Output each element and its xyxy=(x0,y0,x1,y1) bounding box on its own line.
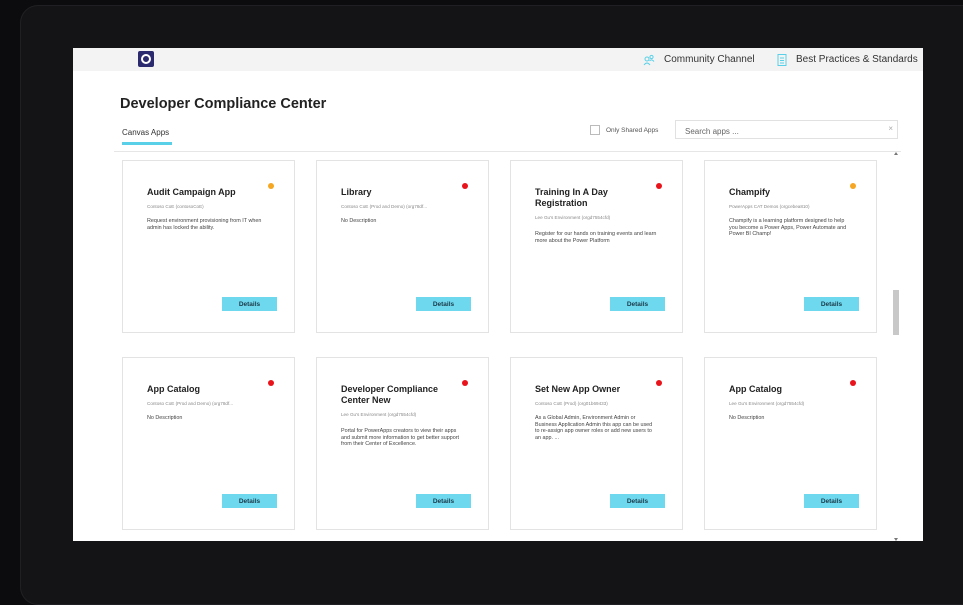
only-shared-filter[interactable]: Only Shared Apps xyxy=(590,125,658,135)
app-screen: Community Channel Best Practices & Stand… xyxy=(73,48,923,541)
app-card[interactable]: Library Contoso CoE (Prod and Demo) (org… xyxy=(316,160,489,333)
app-card[interactable]: Developer Compliance Center New Lee Gu's… xyxy=(316,357,489,530)
details-button[interactable]: Details xyxy=(416,297,471,311)
app-card[interactable]: Audit Campaign App Contoso CoE (contosoC… xyxy=(122,160,295,333)
top-bar: Community Channel Best Practices & Stand… xyxy=(73,48,923,71)
vertical-scrollbar[interactable] xyxy=(893,152,899,541)
app-card[interactable]: Set New App Owner Contoso CoE (Prod) (or… xyxy=(510,357,683,530)
app-description: As a Global Admin, Environment Admin or … xyxy=(535,415,653,441)
details-button[interactable]: Details xyxy=(804,494,859,508)
community-channel-link[interactable]: Community Channel xyxy=(643,48,755,71)
app-logo-icon xyxy=(138,51,154,67)
scroll-up-arrow-icon[interactable] xyxy=(894,152,898,155)
tablet-frame: Community Channel Best Practices & Stand… xyxy=(20,5,963,605)
clear-search-icon[interactable]: × xyxy=(888,124,893,133)
scroll-down-arrow-icon[interactable] xyxy=(894,538,898,541)
details-button[interactable]: Details xyxy=(610,494,665,508)
app-card[interactable]: Champify PowerApps CAT Demos (orgcebea81… xyxy=(704,160,877,333)
details-button[interactable]: Details xyxy=(222,494,277,508)
app-card[interactable]: Training In A Day Registration Lee Gu's … xyxy=(510,160,683,333)
app-card[interactable]: App Catalog Contoso CoE (Prod and Demo) … xyxy=(122,357,295,530)
details-button[interactable]: Details xyxy=(610,297,665,311)
page-title: Developer Compliance Center xyxy=(120,96,327,112)
best-practices-label: Best Practices & Standards xyxy=(796,54,918,65)
app-environment: Contoso CoE (Prod and Demo) (org78df... xyxy=(147,401,234,406)
only-shared-checkbox[interactable] xyxy=(590,125,600,135)
status-dot xyxy=(462,183,468,189)
app-name: Library xyxy=(341,187,372,197)
document-icon xyxy=(777,53,787,66)
app-description: No Description xyxy=(729,415,765,421)
app-name: Developer Compliance Center New xyxy=(341,384,439,405)
app-card[interactable]: App Catalog Lee Gu's Environment (orgd75… xyxy=(704,357,877,530)
app-environment: Lee Gu's Environment (orgd7554cfd) xyxy=(729,401,805,406)
app-environment: PowerApps CAT Demos (orgcebea810) xyxy=(729,204,810,209)
app-name: App Catalog xyxy=(147,384,200,394)
details-button[interactable]: Details xyxy=(416,494,471,508)
app-description: Register for our hands on training event… xyxy=(535,231,657,244)
search-box: × xyxy=(675,120,898,140)
best-practices-link[interactable]: Best Practices & Standards xyxy=(777,48,918,71)
app-environment: Contoso CoE (Prod) (org01b69433) xyxy=(535,401,608,406)
status-dot xyxy=(656,183,662,189)
search-input[interactable] xyxy=(676,123,875,140)
status-dot xyxy=(850,380,856,386)
app-name: Training In A Day Registration xyxy=(535,187,608,208)
app-environment: Lee Gu's Environment (orgd7554cfd) xyxy=(341,412,417,417)
app-description: Champify is a learning platform designed… xyxy=(729,218,847,237)
app-description: Portal for PowerApps creators to view th… xyxy=(341,428,460,447)
app-name: Set New App Owner xyxy=(535,384,621,394)
app-card-grid: Audit Campaign App Contoso CoE (contosoC… xyxy=(114,151,901,541)
details-button[interactable]: Details xyxy=(804,297,859,311)
app-description: No Description xyxy=(341,218,377,224)
status-dot xyxy=(462,380,468,386)
tab-canvas-apps[interactable]: Canvas Apps xyxy=(122,128,169,137)
scroll-thumb[interactable] xyxy=(893,290,899,335)
status-dot xyxy=(656,380,662,386)
people-icon xyxy=(643,54,655,66)
status-dot xyxy=(850,183,856,189)
app-description: Request environment provisioning from IT… xyxy=(147,218,262,231)
app-environment: Contoso CoE (Prod and Demo) (org78df... xyxy=(341,204,428,209)
app-environment: Contoso CoE (contosoCoE) xyxy=(147,204,204,209)
status-dot xyxy=(268,380,274,386)
app-description: No Description xyxy=(147,415,183,421)
app-name: Champify xyxy=(729,187,771,197)
community-channel-label: Community Channel xyxy=(664,54,755,65)
only-shared-label: Only Shared Apps xyxy=(606,126,659,134)
app-name: App Catalog xyxy=(729,384,782,394)
app-environment: Lee Gu's Environment (orgd7554cfd) xyxy=(535,215,611,220)
status-dot xyxy=(268,183,274,189)
app-name: Audit Campaign App xyxy=(147,187,236,197)
tab-selected-indicator xyxy=(122,142,172,145)
details-button[interactable]: Details xyxy=(222,297,277,311)
